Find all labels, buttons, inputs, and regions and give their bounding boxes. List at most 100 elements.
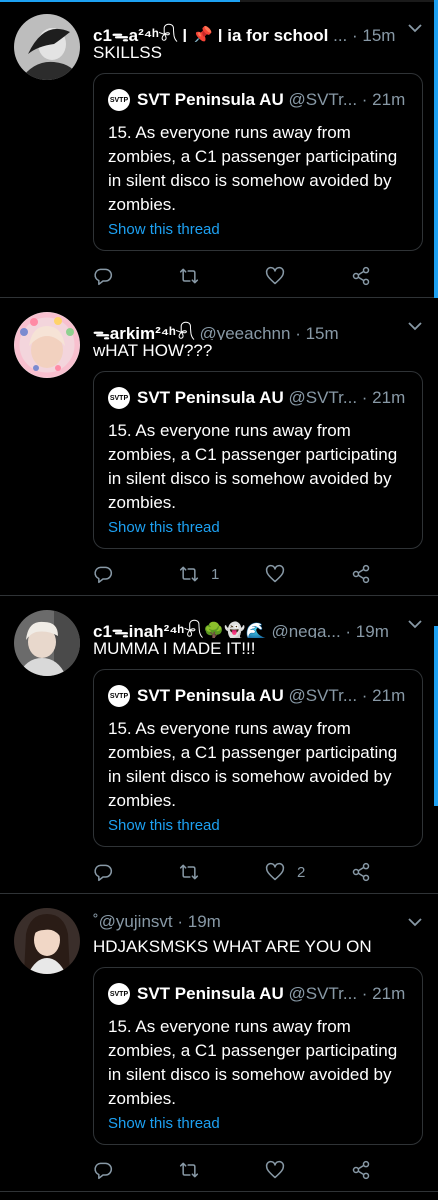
handle[interactable]: @yujinsvt bbox=[99, 912, 173, 931]
share-button[interactable] bbox=[351, 264, 371, 288]
tweet-text: SKILLSS bbox=[93, 43, 162, 62]
like-count: 2 bbox=[297, 863, 306, 881]
like-icon bbox=[265, 564, 285, 583]
tweet-text: wHAT HOW??? bbox=[93, 341, 213, 360]
svtp-logo-avatar: SVTP bbox=[108, 983, 130, 1005]
scroll-indicator bbox=[434, 626, 438, 806]
like-button[interactable] bbox=[265, 562, 297, 586]
tweet-actions: 1 bbox=[93, 562, 393, 586]
timeline-feed: c1ᯓa²⁴ʰ𓍯 | 📌 | ia for school ... · 15m S… bbox=[0, 0, 438, 1192]
quoted-handle: @SVTr... bbox=[288, 686, 358, 705]
timestamp[interactable]: · 19m bbox=[177, 912, 220, 931]
tweet-header: c1ᯓinah²⁴ʰ𓍯🌳👻🌊 @nega... · 19m bbox=[93, 614, 428, 638]
quoted-tweet-header: SVTP SVT Peninsula AU @SVTr... · 21m bbox=[108, 88, 414, 112]
like-button[interactable] bbox=[265, 1158, 297, 1182]
svtp-logo-avatar: SVTP bbox=[108, 387, 130, 409]
quoted-handle: @SVTr... bbox=[288, 984, 358, 1003]
svtp-logo-avatar: SVTP bbox=[108, 89, 130, 111]
quoted-tweet-text: 15. As everyone runs away from zombies, … bbox=[108, 421, 398, 512]
retweet-button[interactable]: 1 bbox=[179, 562, 219, 586]
quoted-display-name: SVT Peninsula AU bbox=[137, 388, 284, 407]
retweet-button[interactable] bbox=[179, 1158, 211, 1182]
share-button[interactable] bbox=[351, 562, 371, 586]
retweet-icon bbox=[179, 1162, 199, 1178]
share-icon bbox=[352, 1160, 370, 1180]
show-thread-link[interactable]: Show this thread bbox=[108, 519, 220, 536]
show-thread-link[interactable]: Show this thread bbox=[108, 1115, 220, 1132]
quoted-tweet[interactable]: SVTP SVT Peninsula AU @SVTr... · 21m 15.… bbox=[93, 669, 423, 847]
avatar[interactable] bbox=[14, 610, 80, 676]
display-name[interactable]: ᯓarkim²⁴ʰ𓍯 bbox=[93, 324, 195, 340]
retweet-button[interactable] bbox=[179, 264, 211, 288]
chevron-down-icon[interactable] bbox=[408, 20, 422, 38]
like-button[interactable]: 2 bbox=[265, 860, 305, 884]
quoted-display-name: SVT Peninsula AU bbox=[137, 90, 284, 109]
chevron-down-icon[interactable] bbox=[408, 318, 422, 336]
tweet-actions bbox=[93, 1158, 393, 1182]
show-thread-link[interactable]: Show this thread bbox=[108, 817, 220, 834]
quoted-timestamp: · 21m bbox=[361, 686, 406, 705]
quoted-handle: @SVTr... bbox=[288, 90, 358, 109]
avatar[interactable] bbox=[14, 908, 80, 974]
retweet-count: 1 bbox=[211, 565, 220, 583]
quoted-display-name: SVT Peninsula AU bbox=[137, 984, 284, 1003]
reply-button[interactable] bbox=[93, 264, 113, 288]
tweet-text: HDJAKSMSKS WHAT ARE YOU ON bbox=[93, 937, 372, 956]
like-button[interactable] bbox=[265, 264, 297, 288]
avatar[interactable] bbox=[14, 14, 80, 80]
timestamp[interactable]: · 15m bbox=[295, 324, 338, 340]
quoted-timestamp: · 21m bbox=[361, 984, 406, 1003]
handle[interactable]: @nega... bbox=[271, 622, 340, 638]
reply-button[interactable] bbox=[93, 1158, 113, 1182]
quoted-handle: @SVTr... bbox=[288, 388, 358, 407]
share-icon bbox=[352, 266, 370, 286]
chevron-down-icon[interactable] bbox=[408, 616, 422, 634]
reply-icon bbox=[94, 268, 113, 286]
quoted-tweet-text: 15. As everyone runs away from zombies, … bbox=[108, 123, 398, 214]
tweet[interactable]: c1ᯓinah²⁴ʰ𓍯🌳👻🌊 @nega... · 19m MUMMA I MA… bbox=[0, 596, 438, 894]
share-button[interactable] bbox=[351, 1158, 371, 1182]
reply-button[interactable] bbox=[93, 562, 113, 586]
tweet[interactable]: ᯓarkim²⁴ʰ𓍯 @yeeachnn · 15m wHAT HOW??? S… bbox=[0, 298, 438, 596]
reply-button[interactable] bbox=[93, 860, 113, 884]
svtp-logo-avatar: SVTP bbox=[108, 685, 130, 707]
tweet-text: MUMMA I MADE IT!!! bbox=[93, 639, 256, 658]
quoted-tweet-header: SVTP SVT Peninsula AU @SVTr... · 21m bbox=[108, 982, 414, 1006]
quoted-tweet-header: SVTP SVT Peninsula AU @SVTr... · 21m bbox=[108, 386, 414, 410]
quoted-timestamp: · 21m bbox=[361, 388, 406, 407]
quoted-timestamp: · 21m bbox=[361, 90, 406, 109]
tweet-header: ˚@yujinsvt · 19m bbox=[93, 912, 428, 936]
share-icon bbox=[352, 862, 370, 882]
display-name[interactable]: c1ᯓinah²⁴ʰ𓍯🌳👻🌊 bbox=[93, 622, 267, 638]
timestamp[interactable]: · 15m bbox=[352, 26, 395, 42]
reply-icon bbox=[94, 1162, 113, 1180]
tweet-actions: 2 bbox=[93, 860, 393, 884]
like-icon bbox=[265, 862, 285, 881]
tweet[interactable]: ˚@yujinsvt · 19m HDJAKSMSKS WHAT ARE YOU… bbox=[0, 894, 438, 1192]
tweet-actions bbox=[93, 264, 393, 288]
quoted-tweet[interactable]: SVTP SVT Peninsula AU @SVTr... · 21m 15.… bbox=[93, 967, 423, 1145]
like-icon bbox=[265, 1160, 285, 1179]
handle[interactable]: ... bbox=[333, 26, 347, 42]
share-button[interactable] bbox=[351, 860, 371, 884]
quoted-tweet-header: SVTP SVT Peninsula AU @SVTr... · 21m bbox=[108, 684, 414, 708]
retweet-button[interactable] bbox=[179, 860, 211, 884]
quoted-tweet[interactable]: SVTP SVT Peninsula AU @SVTr... · 21m 15.… bbox=[93, 371, 423, 549]
retweet-icon bbox=[179, 268, 199, 284]
reply-icon bbox=[94, 566, 113, 584]
reply-icon bbox=[94, 864, 113, 882]
timestamp[interactable]: · 19m bbox=[345, 622, 388, 638]
avatar[interactable] bbox=[14, 312, 80, 378]
quoted-tweet-text: 15. As everyone runs away from zombies, … bbox=[108, 1017, 398, 1108]
tweet[interactable]: c1ᯓa²⁴ʰ𓍯 | 📌 | ia for school ... · 15m S… bbox=[0, 0, 438, 298]
share-icon bbox=[352, 564, 370, 584]
quoted-display-name: SVT Peninsula AU bbox=[137, 686, 284, 705]
retweet-icon bbox=[179, 566, 199, 582]
chevron-down-icon[interactable] bbox=[408, 914, 422, 932]
handle[interactable]: @yeeachnn bbox=[199, 324, 290, 340]
like-icon bbox=[265, 266, 285, 285]
show-thread-link[interactable]: Show this thread bbox=[108, 221, 220, 238]
tweet-header: ᯓarkim²⁴ʰ𓍯 @yeeachnn · 15m bbox=[93, 316, 428, 340]
display-name[interactable]: c1ᯓa²⁴ʰ𓍯 | 📌 | ia for school bbox=[93, 26, 328, 42]
quoted-tweet[interactable]: SVTP SVT Peninsula AU @SVTr... · 21m 15.… bbox=[93, 73, 423, 251]
